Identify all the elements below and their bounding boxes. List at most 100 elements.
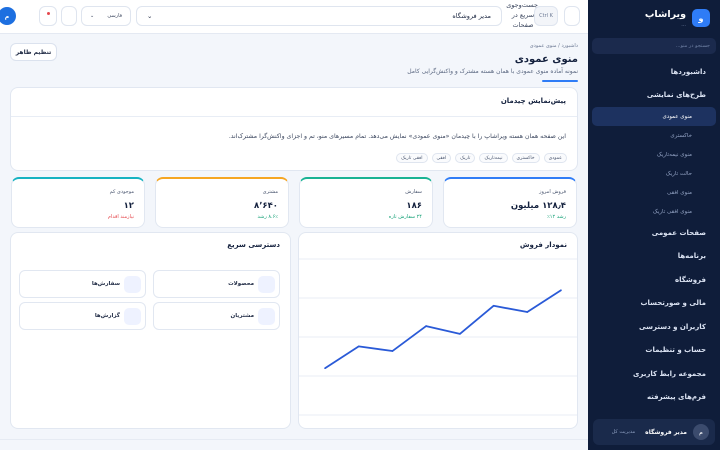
sidebar-item-users[interactable]: کاربران و دسترسی xyxy=(588,315,720,339)
tag-horizontal[interactable]: افقی xyxy=(431,153,452,163)
stat-value: ۱۲ xyxy=(123,201,134,211)
sidebar-subitem-horizontal-dark[interactable]: منوی افقی تاریک xyxy=(588,202,720,221)
sidebar: و ویراشاپ ... جستجو در منو... داشبوردها … xyxy=(588,0,720,450)
notifications-button[interactable] xyxy=(39,6,57,26)
brand-logo[interactable]: و xyxy=(692,9,710,27)
sidebar-subitem-semi-dark[interactable]: منوی نیمه‌تاریک xyxy=(588,145,720,164)
quick-search-button[interactable]: جست‌وجوی سریع در صفحات xyxy=(506,1,538,30)
sales-data-point[interactable] xyxy=(459,333,461,335)
quick-access-label: گزارش‌ها xyxy=(94,313,120,319)
sales-data-point[interactable] xyxy=(425,325,427,327)
sales-chart-card: نمودار فروش xyxy=(298,232,578,429)
breadcrumb-root[interactable]: داشبورد xyxy=(561,43,578,49)
sidebar-subitem-vertical[interactable]: منوی عمودی xyxy=(592,107,716,126)
stat-delta: نیازمند اقدام xyxy=(107,214,134,220)
sidebar-item-public-pages[interactable]: صفحات عمومی xyxy=(588,221,720,245)
tag-horizontal-dark[interactable]: افقی تاریک xyxy=(396,153,428,163)
quick-access-label: سفارش‌ها xyxy=(91,281,120,287)
quick-access-label: محصولات xyxy=(228,281,254,287)
preview-title: پیش‌نمایش چیدمان xyxy=(500,97,566,105)
sales-series-line xyxy=(324,289,562,369)
top-header: Ctrl K جست‌وجوی سریع در صفحات مدیر فروشگ… xyxy=(0,0,588,34)
stat-delta: ۲۴ سفارش تازه xyxy=(388,214,422,220)
stat-card-sales: فروش امروز ۱۲۸٫۴ میلیون رشد ۱۲٪ xyxy=(443,177,577,228)
quick-access-reports-button[interactable]: گزارش‌ها xyxy=(19,302,146,330)
quick-access-orders-button[interactable]: سفارش‌ها xyxy=(19,270,146,298)
chart-title: نمودار فروش xyxy=(519,241,567,249)
box-icon xyxy=(258,275,275,293)
brand-name: ویراشاپ xyxy=(644,8,686,20)
breadcrumb: داشبورد / منوی عمودی xyxy=(530,43,578,49)
sidebar-search-input[interactable]: جستجو در منو... xyxy=(592,38,716,54)
chart-icon xyxy=(124,307,141,325)
avatar: م xyxy=(693,424,709,440)
user-role: مدیریت کل xyxy=(611,429,636,435)
appearance-settings-button[interactable]: تنظیم ظاهر xyxy=(10,43,57,61)
store-select[interactable]: مدیر فروشگاه ⌄ xyxy=(136,6,502,26)
quick-access-products-button[interactable]: محصولات xyxy=(153,270,280,298)
tag-vertical[interactable]: عمودی xyxy=(543,153,567,163)
sales-data-point[interactable] xyxy=(492,305,495,307)
user-name: مدیر فروشگاه xyxy=(645,428,687,436)
stat-card-orders: سفارش ۱۸۶ ۲۴ سفارش تازه xyxy=(299,177,433,228)
stat-label: موجودی کم xyxy=(109,189,134,195)
sidebar-item-finance[interactable]: مالی و صورتحساب xyxy=(588,292,720,316)
sidebar-item-account[interactable]: حساب و تنظیمات xyxy=(588,339,720,363)
language-select-value: فارسی xyxy=(107,13,122,19)
cart-icon xyxy=(124,275,141,293)
store-select-value: مدیر فروشگاه xyxy=(452,12,491,20)
sales-data-point[interactable] xyxy=(526,311,529,313)
quick-access-customers-button[interactable]: مشتریان xyxy=(153,302,280,330)
stat-label: فروش امروز xyxy=(539,189,566,195)
stat-value: ۱۸۶ xyxy=(406,201,422,211)
menu-toggle-button[interactable] xyxy=(564,6,580,26)
tag-gray[interactable]: خاکستری xyxy=(511,153,540,163)
stat-card-customers: مشتری ۸٬۶۴۰ ۸.۶٪ رشد xyxy=(155,177,289,228)
brand-subtitle: ... xyxy=(681,21,686,28)
theme-toggle-button[interactable] xyxy=(61,6,77,26)
breadcrumb-separator: / xyxy=(558,43,560,49)
sidebar-user-card[interactable]: م مدیر فروشگاه مدیریت کل xyxy=(593,419,715,445)
sidebar-item-advanced-forms[interactable]: فرم‌های پیشرفته xyxy=(588,386,720,410)
sidebar-subitem-dark[interactable]: حالت تاریک xyxy=(588,164,720,183)
chevron-down-icon: ⌄ xyxy=(147,12,153,20)
sales-data-point[interactable] xyxy=(560,289,562,291)
notification-dot-icon xyxy=(46,12,50,15)
chevron-down-icon: ⌄ xyxy=(90,13,95,19)
language-select[interactable]: فارسی ⌄ xyxy=(81,6,131,26)
sidebar-subitem-horizontal[interactable]: منوی افقی xyxy=(588,183,720,202)
avatar[interactable]: م xyxy=(0,7,16,25)
preview-description: این صفحه همان هسته ویراشاپ را با چیدمان … xyxy=(228,133,566,140)
stat-value: ۱۲۸٫۴ میلیون xyxy=(510,201,566,211)
sidebar-nav: داشبوردها طرح‌های نمایشی منوی عمودی خاکس… xyxy=(588,60,720,409)
sales-data-point[interactable] xyxy=(391,350,394,352)
quick-access-card: دسترسی سریع محصولات سفارش‌ها مشتریان گزا… xyxy=(10,232,291,429)
quick-access-label: مشتریان xyxy=(230,313,255,319)
sidebar-item-ui-kit[interactable]: مجموعه رابط کاربری xyxy=(588,362,720,386)
divider xyxy=(11,116,577,117)
sidebar-subitem-gray[interactable]: خاکستری xyxy=(588,126,720,145)
sidebar-item-demo-layouts[interactable]: طرح‌های نمایشی xyxy=(588,84,720,108)
users-icon xyxy=(258,307,275,325)
page-subtitle: نمونه آماده منوی عمودی با همان هسته مشتر… xyxy=(407,68,578,75)
sidebar-item-dashboards[interactable]: داشبوردها xyxy=(588,60,720,84)
stat-value: ۸٬۶۴۰ xyxy=(254,201,278,211)
page-title: منوی عمودی xyxy=(514,54,578,65)
tag-dark[interactable]: تاریک xyxy=(455,153,476,163)
sales-data-point[interactable] xyxy=(324,367,326,369)
tag-semi-dark[interactable]: نیمه‌تاریک xyxy=(479,153,508,163)
title-underline xyxy=(542,80,578,82)
breadcrumb-current: منوی عمودی xyxy=(529,43,557,49)
layout-preview-card: پیش‌نمایش چیدمان این صفحه همان هسته ویرا… xyxy=(10,87,578,171)
sidebar-header: و ویراشاپ ... xyxy=(588,0,720,36)
sales-chart xyxy=(299,258,577,416)
stat-label: سفارش xyxy=(405,189,422,195)
quick-access-title: دسترسی سریع xyxy=(227,241,280,249)
stat-delta: رشد ۱۲٪ xyxy=(547,214,566,220)
stat-label: مشتری xyxy=(262,189,278,195)
layout-tags: عمودی خاکستری نیمه‌تاریک تاریک افقی افقی… xyxy=(396,153,567,163)
sales-data-point[interactable] xyxy=(357,345,360,348)
stat-card-low-stock: موجودی کم ۱۲ نیازمند اقدام xyxy=(11,177,145,228)
sidebar-item-shop[interactable]: فروشگاه xyxy=(588,268,720,292)
sidebar-item-apps[interactable]: برنامه‌ها xyxy=(588,245,720,269)
